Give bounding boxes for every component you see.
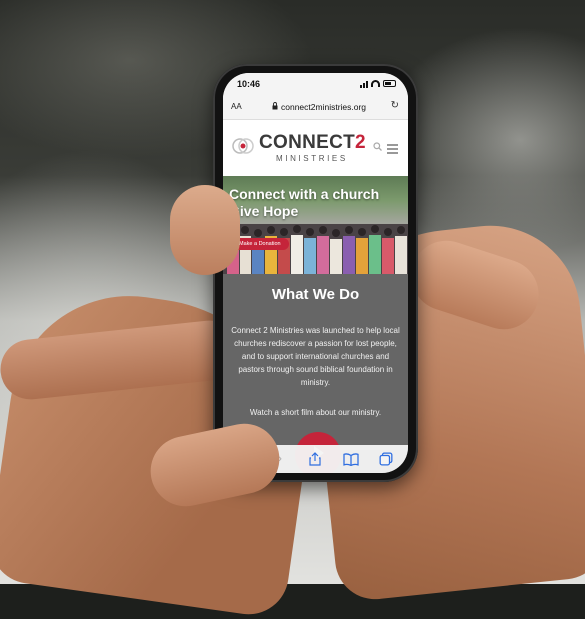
smartphone: 10:46 AA connect2ministries.org ↻ CONNEC… [213, 64, 418, 482]
section-body: Connect 2 Ministries was launched to hel… [231, 326, 400, 387]
hero-title: Connect with a church Give Hope [229, 186, 380, 219]
logo-mark-icon [232, 138, 254, 154]
reload-icon[interactable]: ↻ [391, 100, 399, 111]
status-icons [360, 79, 396, 88]
text-size-button[interactable]: AA [231, 102, 242, 111]
right-hand-top [170, 185, 240, 275]
brand-subtitle: MINISTRIES [276, 154, 348, 163]
site-header: CONNECT2 MINISTRIES [223, 120, 408, 176]
wifi-icon [371, 80, 380, 87]
battery-icon [383, 80, 396, 87]
phone-screen: 10:46 AA connect2ministries.org ↻ CONNEC… [223, 73, 408, 473]
bookmarks-icon[interactable] [342, 452, 360, 466]
lock-icon [272, 102, 278, 110]
brand-number: 2 [355, 132, 366, 153]
watch-film-text: Watch a short film about our ministry. [249, 408, 382, 417]
share-icon[interactable] [306, 452, 324, 466]
brand-name: CONNECT [259, 132, 356, 153]
signal-icon [360, 80, 368, 88]
url-text[interactable]: connect2ministries.org [281, 102, 366, 112]
section-heading: What We Do [271, 286, 360, 303]
status-bar: 10:46 [223, 73, 408, 95]
hero-banner: Connect with a church Give Hope Make a D… [223, 176, 408, 274]
hamburger-menu-icon[interactable] [387, 144, 398, 156]
address-bar[interactable]: AA connect2ministries.org ↻ [223, 95, 408, 120]
tabs-icon[interactable] [377, 452, 395, 466]
search-icon[interactable] [373, 142, 382, 151]
site-logo[interactable]: CONNECT2 [259, 132, 366, 154]
status-time: 10:46 [237, 79, 261, 89]
